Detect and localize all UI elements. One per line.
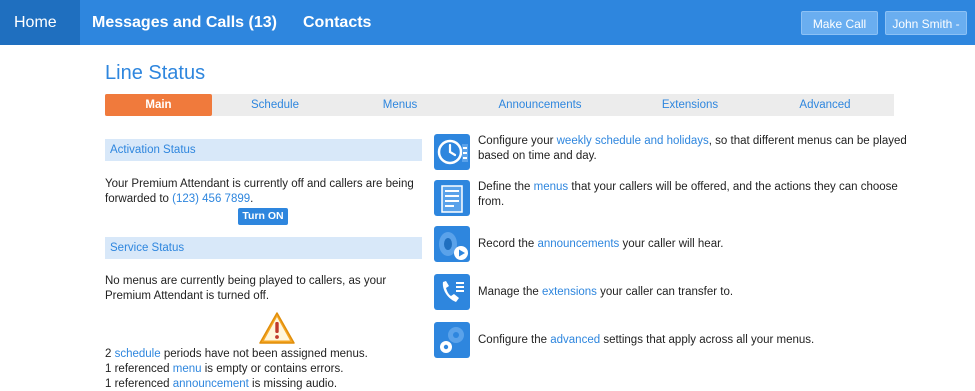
service-status-heading: Service Status	[105, 237, 422, 259]
top-nav-bar: Home Messages and Calls (13) Contacts Ma…	[0, 0, 975, 45]
issue-menu: 1 referenced menu is empty or contains e…	[105, 362, 435, 377]
gears-icon	[434, 322, 470, 358]
feature-menus-text: Define the menus that your callers will …	[478, 180, 918, 210]
issue-text: periods have not been assigned menus.	[160, 348, 368, 360]
clock-icon	[434, 134, 470, 170]
service-issues-list: 2 schedule periods have not been assigne…	[105, 347, 435, 391]
tab-main[interactable]: Main	[105, 94, 212, 116]
activation-text-end: .	[250, 193, 254, 205]
nav-home[interactable]: Home	[0, 0, 80, 45]
menu-list-icon	[434, 180, 470, 216]
feature-announcements-text: Record the announcements your caller wil…	[478, 237, 918, 252]
feature-text: Configure your	[478, 135, 557, 147]
activation-status-text: Your Premium Attendant is currently off …	[105, 177, 425, 207]
phone-extensions-icon	[434, 274, 470, 310]
advanced-link[interactable]: advanced	[550, 334, 600, 346]
page-title: Line Status	[105, 62, 206, 84]
speaker-play-icon	[434, 226, 470, 262]
feature-extensions-text: Manage the extensions your caller can tr…	[478, 285, 918, 300]
phone-number-link[interactable]: (123) 456 7899	[172, 193, 250, 205]
turn-on-button[interactable]: Turn ON	[238, 208, 288, 225]
feature-text: your caller can transfer to.	[596, 286, 734, 298]
tab-extensions[interactable]: Extensions	[630, 94, 750, 116]
tab-schedule[interactable]: Schedule	[215, 94, 335, 116]
menu-link[interactable]: menu	[173, 363, 202, 375]
feature-advanced: Configure the advanced settings that app…	[434, 322, 934, 358]
feature-text: Define the	[478, 181, 534, 193]
issue-schedule: 2 schedule periods have not been assigne…	[105, 347, 435, 362]
announcement-link[interactable]: announcement	[173, 378, 249, 390]
activation-status-heading: Activation Status	[105, 139, 422, 161]
schedule-link[interactable]: schedule	[115, 348, 161, 360]
extensions-link[interactable]: extensions	[542, 286, 597, 298]
menus-link[interactable]: menus	[534, 181, 569, 193]
activation-text: Your Premium Attendant is currently off …	[105, 178, 414, 205]
issue-text: 1 referenced	[105, 363, 173, 375]
feature-advanced-text: Configure the advanced settings that app…	[478, 333, 918, 348]
issue-text: is empty or contains errors.	[201, 363, 344, 375]
feature-schedule-text: Configure your weekly schedule and holid…	[478, 134, 918, 164]
issue-text: is missing audio.	[248, 378, 338, 390]
weekly-schedule-link[interactable]: weekly schedule and holidays	[557, 135, 709, 147]
issue-text: 1 referenced	[105, 378, 173, 390]
feature-text: Configure the	[478, 334, 551, 346]
user-menu-button[interactable]: John Smith -	[885, 11, 967, 35]
service-status-text: No menus are currently being played to c…	[105, 275, 387, 302]
feature-menus: Define the menus that your callers will …	[434, 180, 934, 216]
warning-icon	[259, 312, 295, 344]
tab-announcements[interactable]: Announcements	[475, 94, 605, 116]
feature-text: Manage the	[478, 286, 542, 298]
nav-contacts[interactable]: Contacts	[303, 0, 371, 45]
feature-extensions: Manage the extensions your caller can tr…	[434, 274, 934, 310]
feature-schedule: Configure your weekly schedule and holid…	[434, 134, 934, 170]
feature-announcements: Record the announcements your caller wil…	[434, 226, 934, 262]
feature-text: settings that apply across all your menu…	[600, 334, 815, 346]
tab-advanced[interactable]: Advanced	[765, 94, 885, 116]
feature-text: Record the	[478, 238, 538, 250]
nav-messages-and-calls[interactable]: Messages and Calls (13)	[92, 0, 277, 45]
tab-bar: Main Schedule Menus Announcements Extens…	[105, 94, 894, 116]
announcements-link[interactable]: announcements	[537, 238, 619, 250]
issue-text: 2	[105, 348, 115, 360]
make-call-button[interactable]: Make Call	[801, 11, 878, 35]
tab-menus[interactable]: Menus	[345, 94, 455, 116]
issue-announcement: 1 referenced announcement is missing aud…	[105, 377, 435, 391]
feature-text: your caller will hear.	[619, 238, 724, 250]
